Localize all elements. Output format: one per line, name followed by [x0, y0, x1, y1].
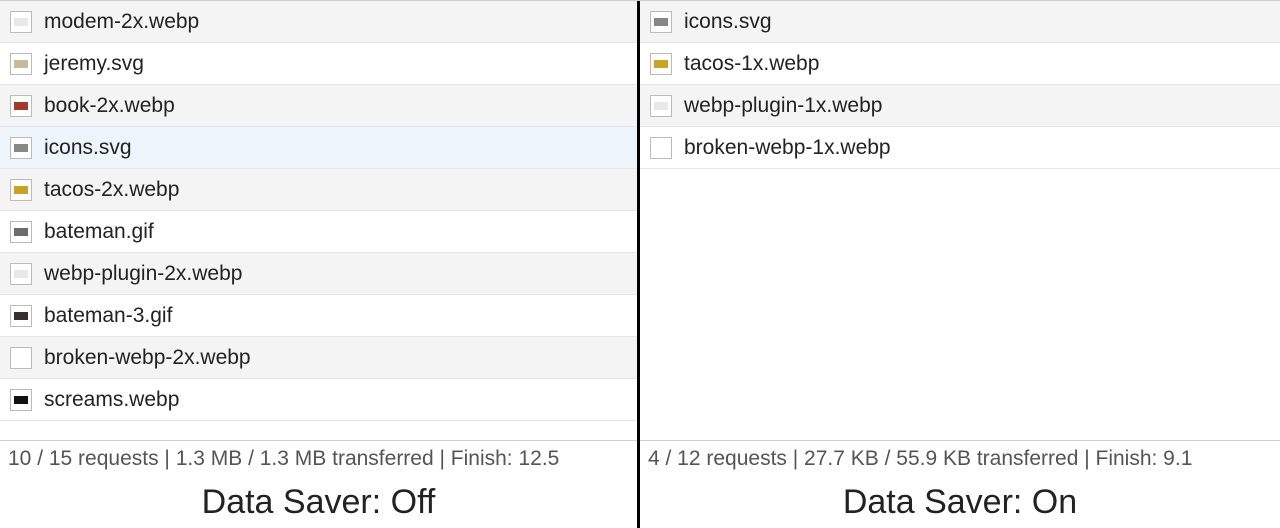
file-row[interactable]: tacos-1x.webp [640, 43, 1280, 85]
file-row[interactable]: icons.svg [640, 1, 1280, 43]
file-thumbnail-icon [650, 11, 672, 33]
file-thumbnail-icon [10, 389, 32, 411]
file-name: modem-2x.webp [44, 10, 199, 34]
file-thumbnail-icon [650, 53, 672, 75]
file-thumbnail-icon [10, 221, 32, 243]
file-name: bateman.gif [44, 220, 154, 244]
file-row[interactable]: modem-2x.webp [0, 1, 637, 43]
file-row[interactable]: broken-webp-2x.webp [0, 337, 637, 379]
file-list-left[interactable]: modem-2x.webp jeremy.svg book-2x.webp icons… [0, 1, 637, 440]
status-bar-left: 10 / 15 requests | 1.3 MB / 1.3 MB trans… [0, 440, 637, 476]
file-name: jeremy.svg [44, 52, 144, 76]
file-thumbnail-icon [10, 305, 32, 327]
file-name: icons.svg [684, 10, 772, 34]
status-bar-right: 4 / 12 requests | 27.7 KB / 55.9 KB tran… [640, 440, 1280, 476]
comparison-container: modem-2x.webp jeremy.svg book-2x.webp icons… [0, 0, 1280, 528]
file-thumbnail-icon [10, 53, 32, 75]
caption-left: Data Saver: Off [0, 476, 637, 528]
file-thumbnail-icon [650, 95, 672, 117]
file-name: screams.webp [44, 388, 179, 412]
file-thumbnail-icon [10, 179, 32, 201]
file-name: book-2x.webp [44, 94, 175, 118]
file-row[interactable]: jeremy.svg [0, 43, 637, 85]
file-thumbnail-icon [650, 137, 672, 159]
file-name: icons.svg [44, 136, 132, 160]
file-name: broken-webp-2x.webp [44, 346, 251, 370]
file-list-right[interactable]: icons.svg tacos-1x.webp webp-plugin-1x.web… [640, 1, 1280, 440]
file-thumbnail-icon [10, 263, 32, 285]
panel-data-saver-off: modem-2x.webp jeremy.svg book-2x.webp icons… [0, 1, 640, 528]
file-thumbnail-icon [10, 137, 32, 159]
file-row[interactable]: book-2x.webp [0, 85, 637, 127]
caption-right: Data Saver: On [640, 476, 1280, 528]
file-row[interactable]: tacos-2x.webp [0, 169, 637, 211]
file-name: broken-webp-1x.webp [684, 136, 891, 160]
file-row[interactable]: icons.svg [0, 127, 637, 169]
file-name: tacos-2x.webp [44, 178, 179, 202]
file-row[interactable]: webp-plugin-1x.webp [640, 85, 1280, 127]
file-name: webp-plugin-2x.webp [44, 262, 242, 286]
file-name: webp-plugin-1x.webp [684, 94, 882, 118]
file-thumbnail-icon [10, 95, 32, 117]
file-row[interactable]: screams.webp [0, 379, 637, 421]
file-row[interactable]: broken-webp-1x.webp [640, 127, 1280, 169]
file-name: tacos-1x.webp [684, 52, 819, 76]
file-thumbnail-icon [10, 11, 32, 33]
file-row[interactable]: bateman.gif [0, 211, 637, 253]
file-row[interactable]: webp-plugin-2x.webp [0, 253, 637, 295]
file-thumbnail-icon [10, 347, 32, 369]
file-name: bateman-3.gif [44, 304, 172, 328]
file-row[interactable]: bateman-3.gif [0, 295, 637, 337]
panel-data-saver-on: icons.svg tacos-1x.webp webp-plugin-1x.web… [640, 1, 1280, 528]
